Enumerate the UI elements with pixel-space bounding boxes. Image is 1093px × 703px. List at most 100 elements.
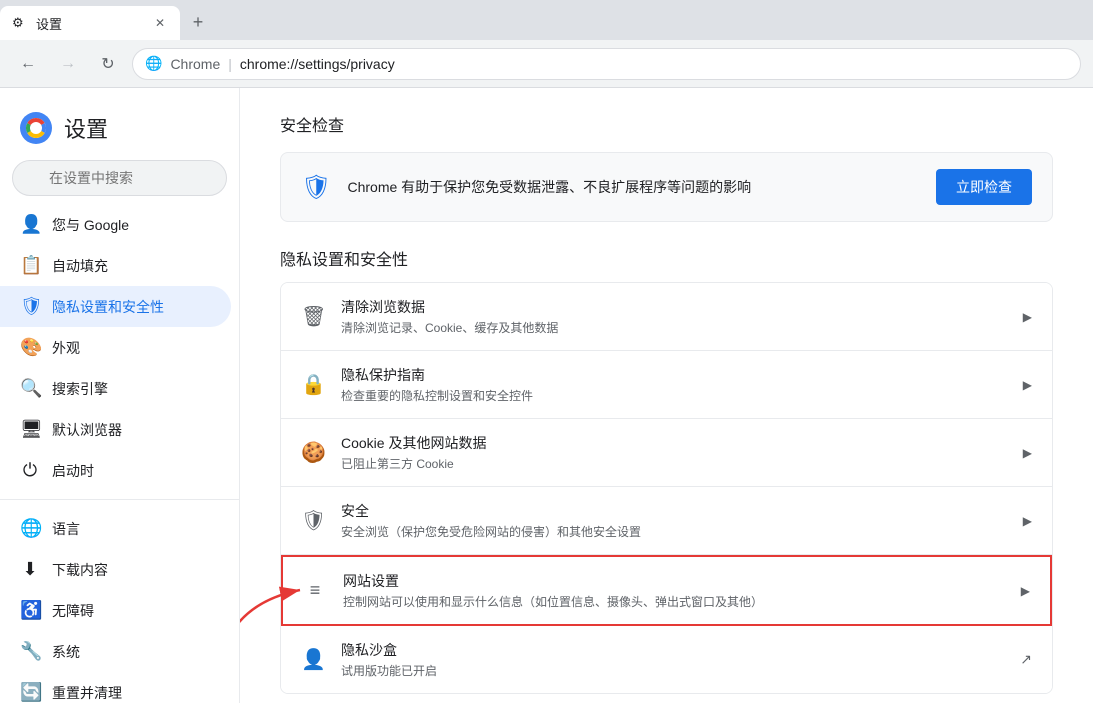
privacy-guide-title: 隐私保护指南 bbox=[341, 365, 1007, 385]
privacy-sandbox-title: 隐私沙盒 bbox=[341, 640, 1004, 660]
security-icon: 🛡 bbox=[301, 508, 325, 533]
privacy-guide-content: 隐私保护指南 检查重要的隐私控制设置和安全控件 bbox=[341, 365, 1007, 404]
sidebar-label-search: 搜索引擎 bbox=[52, 379, 108, 399]
tab-favicon: ⚙ bbox=[12, 15, 28, 31]
sidebar-label-language: 语言 bbox=[52, 519, 80, 539]
site-settings-icon: ≡ bbox=[303, 580, 327, 601]
clear-browsing-content: 清除浏览数据 清除浏览记录、Cookie、缓存及其他数据 bbox=[341, 297, 1007, 336]
sidebar-search-container bbox=[12, 160, 227, 196]
accessibility-icon: ♿ bbox=[20, 600, 40, 621]
privacy-sandbox-subtitle: 试用版功能已开启 bbox=[341, 662, 1004, 679]
tab-title: 设置 bbox=[36, 14, 144, 33]
tab-close-button[interactable]: ✕ bbox=[152, 15, 168, 31]
reset-icon: 🔄 bbox=[20, 682, 40, 703]
settings-item-privacy-guide[interactable]: 🔒 隐私保护指南 检查重要的隐私控制设置和安全控件 ▶ bbox=[281, 351, 1052, 419]
sidebar-header: 设置 bbox=[0, 96, 239, 152]
reload-button[interactable]: ↻ bbox=[92, 48, 124, 80]
active-tab[interactable]: ⚙ 设置 ✕ bbox=[0, 6, 180, 40]
sidebar-label-google-account: 您与 Google bbox=[52, 215, 129, 235]
sidebar-divider bbox=[0, 499, 239, 500]
safety-check-card: 🛡 Chrome 有助于保护您免受数据泄露、不良扩展程序等问题的影响 立即检查 bbox=[280, 152, 1053, 222]
cookies-subtitle: 已阻止第三方 Cookie bbox=[341, 455, 1007, 472]
language-icon: 🌐 bbox=[20, 518, 40, 539]
back-button[interactable]: ← bbox=[12, 48, 44, 80]
site-settings-arrow: ▶ bbox=[1021, 584, 1030, 598]
new-tab-button[interactable]: + bbox=[184, 8, 212, 36]
privacy-sandbox-content: 隐私沙盒 试用版功能已开启 bbox=[341, 640, 1004, 679]
person-icon: 👤 bbox=[20, 214, 40, 235]
settings-item-cookies[interactable]: 🍪 Cookie 及其他网站数据 已阻止第三方 Cookie ▶ bbox=[281, 419, 1052, 487]
cookies-title: Cookie 及其他网站数据 bbox=[341, 433, 1007, 453]
privacy-guide-subtitle: 检查重要的隐私控制设置和安全控件 bbox=[341, 387, 1007, 404]
sidebar-label-browser: 默认浏览器 bbox=[52, 420, 122, 440]
privacy-sandbox-external-icon: ↗ bbox=[1020, 651, 1032, 668]
settings-item-site-settings[interactable]: ≡ 网站设置 控制网站可以使用和显示什么信息（如位置信息、摄像头、弹出式窗口及其… bbox=[281, 555, 1052, 626]
cookies-arrow: ▶ bbox=[1023, 446, 1032, 460]
main-content: 设置 👤 您与 Google 📋 自动填充 🛡 隐私设置和安全性 bbox=[0, 88, 1093, 703]
address-favicon: 🌐 bbox=[145, 55, 162, 72]
settings-item-clear-browsing[interactable]: 🗑 清除浏览数据 清除浏览记录、Cookie、缓存及其他数据 ▶ bbox=[281, 283, 1052, 351]
autofill-icon: 📋 bbox=[20, 255, 40, 276]
sidebar-label-downloads: 下载内容 bbox=[52, 560, 108, 580]
settings-item-security[interactable]: 🛡 安全 安全浏览（保护您免受危险网站的侵害）和其他安全设置 ▶ bbox=[281, 487, 1052, 555]
cookies-icon: 🍪 bbox=[301, 440, 325, 465]
privacy-guide-icon: 🔒 bbox=[301, 372, 325, 397]
safety-check-title: 安全检查 bbox=[280, 112, 1053, 136]
privacy-sandbox-icon: 👤 bbox=[301, 647, 325, 672]
address-url: chrome://settings/privacy bbox=[240, 56, 395, 72]
safety-check-button[interactable]: 立即检查 bbox=[936, 169, 1032, 205]
sidebar-item-google-account[interactable]: 👤 您与 Google bbox=[0, 204, 231, 245]
tab-bar: ⚙ 设置 ✕ + bbox=[0, 0, 1093, 40]
sidebar-label-appearance: 外观 bbox=[52, 338, 80, 358]
security-arrow: ▶ bbox=[1023, 514, 1032, 528]
address-site: Chrome bbox=[170, 56, 220, 72]
clear-browsing-arrow: ▶ bbox=[1023, 310, 1032, 324]
sidebar-item-privacy[interactable]: 🛡 隐私设置和安全性 bbox=[0, 286, 231, 327]
site-settings-subtitle: 控制网站可以使用和显示什么信息（如位置信息、摄像头、弹出式窗口及其他） bbox=[343, 593, 1005, 610]
system-icon: 🔧 bbox=[20, 641, 40, 662]
nav-bar: ← → ↻ 🌐 Chrome | chrome://settings/priva… bbox=[0, 40, 1093, 88]
sidebar-items: 👤 您与 Google 📋 自动填充 🛡 隐私设置和安全性 🎨 外观 🔍 bbox=[0, 204, 239, 703]
site-settings-title: 网站设置 bbox=[343, 571, 1005, 591]
address-bar[interactable]: 🌐 Chrome | chrome://settings/privacy bbox=[132, 48, 1081, 80]
sidebar-item-startup[interactable]: ⏻ 启动时 bbox=[0, 450, 231, 491]
sidebar-item-default-browser[interactable]: 🖥 默认浏览器 bbox=[0, 409, 231, 450]
safety-shield-icon: 🛡 bbox=[301, 173, 331, 202]
privacy-guide-arrow: ▶ bbox=[1023, 378, 1032, 392]
sidebar-label-accessibility: 无障碍 bbox=[52, 601, 94, 621]
address-separator: | bbox=[228, 56, 232, 72]
sidebar: 设置 👤 您与 Google 📋 自动填充 🛡 隐私设置和安全性 bbox=[0, 88, 240, 703]
sidebar-item-accessibility[interactable]: ♿ 无障碍 bbox=[0, 590, 231, 631]
security-subtitle: 安全浏览（保护您免受危险网站的侵害）和其他安全设置 bbox=[341, 523, 1007, 540]
sidebar-item-appearance[interactable]: 🎨 外观 bbox=[0, 327, 231, 368]
browser-frame: ⚙ 设置 ✕ + ← → ↻ 🌐 Chrome | chrome://setti… bbox=[0, 0, 1093, 703]
appearance-icon: 🎨 bbox=[20, 337, 40, 358]
content-area: 安全检查 🛡 Chrome 有助于保护您免受数据泄露、不良扩展程序等问题的影响 … bbox=[240, 88, 1093, 703]
sidebar-title: 设置 bbox=[64, 112, 108, 144]
site-settings-content: 网站设置 控制网站可以使用和显示什么信息（如位置信息、摄像头、弹出式窗口及其他） bbox=[343, 571, 1005, 610]
sidebar-search-input[interactable] bbox=[12, 160, 227, 196]
sidebar-label-startup: 启动时 bbox=[52, 461, 94, 481]
clear-browsing-title: 清除浏览数据 bbox=[341, 297, 1007, 317]
sidebar-label-autofill: 自动填充 bbox=[52, 256, 108, 276]
settings-item-privacy-sandbox[interactable]: 👤 隐私沙盒 试用版功能已开启 ↗ bbox=[281, 626, 1052, 693]
cookies-content: Cookie 及其他网站数据 已阻止第三方 Cookie bbox=[341, 433, 1007, 472]
sidebar-item-language[interactable]: 🌐 语言 bbox=[0, 508, 231, 549]
sidebar-label-system: 系统 bbox=[52, 642, 80, 662]
sidebar-item-downloads[interactable]: ⬇ 下载内容 bbox=[0, 549, 231, 590]
sidebar-item-system[interactable]: 🔧 系统 bbox=[0, 631, 231, 672]
sidebar-item-autofill[interactable]: 📋 自动填充 bbox=[0, 245, 231, 286]
forward-button[interactable]: → bbox=[52, 48, 84, 80]
sidebar-label-privacy: 隐私设置和安全性 bbox=[52, 297, 164, 317]
chrome-logo bbox=[20, 112, 52, 144]
security-title: 安全 bbox=[341, 501, 1007, 521]
sidebar-label-reset: 重置并清理 bbox=[52, 683, 122, 703]
trash-icon: 🗑 bbox=[301, 304, 325, 329]
privacy-section-title: 隐私设置和安全性 bbox=[280, 246, 1053, 270]
privacy-shield-icon: 🛡 bbox=[20, 296, 40, 317]
startup-icon: ⏻ bbox=[20, 460, 40, 481]
default-browser-icon: 🖥 bbox=[20, 419, 40, 440]
security-content: 安全 安全浏览（保护您免受危险网站的侵害）和其他安全设置 bbox=[341, 501, 1007, 540]
sidebar-item-search[interactable]: 🔍 搜索引擎 bbox=[0, 368, 231, 409]
sidebar-item-reset[interactable]: 🔄 重置并清理 bbox=[0, 672, 231, 703]
